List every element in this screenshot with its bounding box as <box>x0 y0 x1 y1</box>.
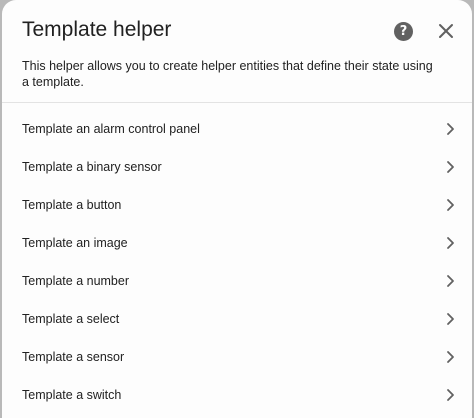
help-icon[interactable]: ? <box>394 22 413 41</box>
list-item-label: Template a number <box>22 274 130 288</box>
list-item-label: Template a switch <box>22 388 122 402</box>
list-item-label: Template a sensor <box>22 350 125 364</box>
chevron-right-icon <box>447 313 454 325</box>
list-item-sensor[interactable]: Template a sensor <box>2 338 472 376</box>
template-type-list: Template an alarm control panel Template… <box>2 110 472 414</box>
chevron-right-icon <box>447 161 454 173</box>
chevron-right-icon <box>447 123 454 135</box>
dialog-title: Template helper <box>22 18 172 41</box>
list-item-image[interactable]: Template an image <box>2 224 472 262</box>
list-item-button[interactable]: Template a button <box>2 186 472 224</box>
list-item-alarm-control-panel[interactable]: Template an alarm control panel <box>2 110 472 148</box>
chevron-right-icon <box>447 237 454 249</box>
chevron-right-icon <box>447 351 454 363</box>
dialog-description: This helper allows you to create helper … <box>22 59 433 89</box>
list-item-label: Template a binary sensor <box>22 160 162 174</box>
close-icon[interactable] <box>436 21 456 41</box>
chevron-right-icon <box>447 275 454 287</box>
dialog-header: Template helper ? This helper allows you… <box>2 0 472 103</box>
chevron-right-icon <box>447 389 454 401</box>
list-item-number[interactable]: Template a number <box>2 262 472 300</box>
list-item-label: Template a button <box>22 198 122 212</box>
chevron-right-icon <box>447 199 454 211</box>
list-item-binary-sensor[interactable]: Template a binary sensor <box>2 148 472 186</box>
list-item-label: Template a select <box>22 312 120 326</box>
list-item-select[interactable]: Template a select <box>2 300 472 338</box>
list-item-switch[interactable]: Template a switch <box>2 376 472 414</box>
template-helper-dialog: Template helper ? This helper allows you… <box>2 0 472 418</box>
list-item-label: Template an alarm control panel <box>22 122 200 136</box>
list-item-label: Template an image <box>22 236 128 250</box>
